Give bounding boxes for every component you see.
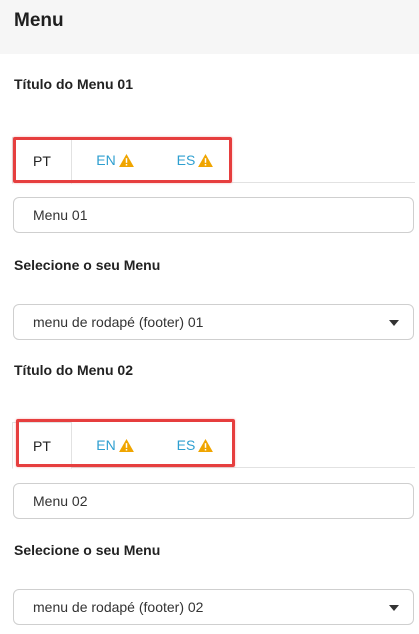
tab-es-label: ES xyxy=(176,437,196,453)
page-header: Menu xyxy=(0,0,419,54)
select-value: menu de rodapé (footer) 02 xyxy=(33,599,204,615)
menu-02-language-tabs: PT EN ES xyxy=(12,422,415,469)
menu-02-title-input[interactable]: Menu 02 xyxy=(13,483,414,519)
tab-es[interactable]: ES xyxy=(170,137,220,183)
tab-en-label: EN xyxy=(96,437,116,453)
tab-es[interactable]: ES xyxy=(170,422,220,468)
menu-01-language-tabs: PT EN ES xyxy=(12,137,415,184)
tab-en[interactable]: EN xyxy=(90,137,140,183)
menu-02-select[interactable]: menu de rodapé (footer) 02 xyxy=(13,589,414,625)
menu-01-title-label: Título do Menu 01 xyxy=(14,76,133,92)
input-value: Menu 01 xyxy=(33,207,88,223)
menu-01-title-input[interactable]: Menu 01 xyxy=(13,197,414,233)
tab-pt-label: PT xyxy=(33,437,51,454)
tab-pt[interactable]: PT xyxy=(12,137,72,184)
menu-01-select[interactable]: menu de rodapé (footer) 01 xyxy=(13,304,414,340)
menu-02-select-label: Selecione o seu Menu xyxy=(14,542,161,558)
menu-01-select-label: Selecione o seu Menu xyxy=(14,257,161,273)
tab-en[interactable]: EN xyxy=(90,422,140,468)
tab-es-label: ES xyxy=(176,152,196,168)
page-title: Menu xyxy=(14,10,64,31)
warning-icon xyxy=(198,153,214,167)
select-value: menu de rodapé (footer) 01 xyxy=(33,314,204,330)
tab-pt[interactable]: PT xyxy=(12,422,72,469)
tab-pt-label: PT xyxy=(33,152,51,169)
warning-icon xyxy=(118,438,134,452)
chevron-down-icon xyxy=(389,320,399,326)
menu-02-title-label: Título do Menu 02 xyxy=(14,362,133,378)
tab-en-label: EN xyxy=(96,152,116,168)
warning-icon xyxy=(118,153,134,167)
input-value: Menu 02 xyxy=(33,493,88,509)
warning-icon xyxy=(198,438,214,452)
chevron-down-icon xyxy=(389,605,399,611)
